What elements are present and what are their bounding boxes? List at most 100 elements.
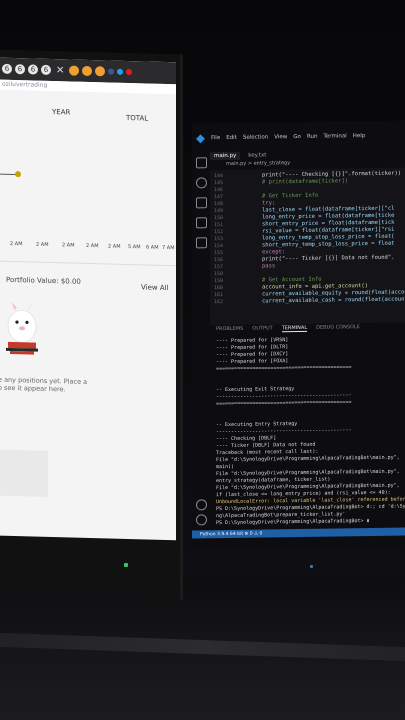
line-number: 146 <box>214 187 224 194</box>
empty-positions-text: o see it appear here. <box>0 383 66 394</box>
vscode-logo-icon <box>196 133 205 143</box>
line-number: 151 <box>214 222 224 229</box>
menu-go[interactable]: Go <box>293 134 301 140</box>
facebook-icon[interactable] <box>108 68 115 75</box>
line-number: 154 <box>214 243 224 250</box>
tab-main-py[interactable]: main.py <box>210 151 241 160</box>
menu-view[interactable]: View <box>274 134 287 140</box>
search-icon[interactable] <box>196 177 207 189</box>
sketch-illustration <box>0 449 48 497</box>
view-all-link[interactable]: View All <box>141 283 169 292</box>
chart-x-axis: 2 AM 2 AM 2 AM 2 AM 2 AM 5 AM 6 AM 7 AM <box>10 241 176 255</box>
terminal-line: -- Executing Exit Strategy <box>216 386 295 394</box>
terminal-line: main() <box>216 463 235 471</box>
browser-tab-icon[interactable] <box>95 66 106 77</box>
code-line[interactable]: print("---- Ticker [{}] Data not found". <box>262 255 394 263</box>
twitter-icon[interactable] <box>117 68 124 75</box>
code-line[interactable]: print("---- Checking [{}]".format(ticker… <box>262 171 401 179</box>
status-bar: Python 3.9.4 64-bit ⊗ 0 ⚠ 0 <box>192 527 405 539</box>
tab-key-txt[interactable]: key.txt <box>244 151 270 159</box>
monitor-power-led <box>310 565 313 568</box>
explorer-icon[interactable] <box>196 157 207 169</box>
source-control-icon[interactable] <box>196 197 207 209</box>
browser-tab[interactable]: 6 <box>2 63 12 74</box>
menu-help[interactable]: Help <box>353 133 366 139</box>
menu-selection[interactable]: Selection <box>243 134 268 140</box>
line-number: 148 <box>214 201 224 208</box>
terminal-line: File "d:\SynologyDrive\Programming\Alpac… <box>216 454 400 464</box>
x-tick-label: 2 AM <box>36 241 49 248</box>
line-number: 159 <box>214 278 224 285</box>
line-number: 158 <box>214 271 224 278</box>
x-tick-label: 6 AM <box>146 244 159 251</box>
browser-tab[interactable]: 6 <box>28 64 38 75</box>
terminal-line: ========================================… <box>216 364 352 373</box>
left-monitor: 6 6 6 6 ✕ oziluvertrading YEAR TOTAL 2 A… <box>0 49 183 600</box>
terminal-line: ---- Prepared for [DLTR] <box>216 344 289 352</box>
menu-run[interactable]: Run <box>307 134 318 140</box>
terminal-line: ---- Prepared for [DXCY] <box>216 351 289 359</box>
tab-problems[interactable]: PROBLEMS <box>216 326 243 333</box>
line-number: 150 <box>214 215 224 222</box>
terminal-panel[interactable]: ---- Prepared for [VRSN] ---- Prepared fo… <box>212 334 405 529</box>
code-line[interactable]: except: <box>262 249 285 255</box>
column-header-year[interactable]: YEAR <box>52 108 70 116</box>
run-debug-icon[interactable] <box>196 217 207 229</box>
breadcrumb[interactable]: main.py > entry_strategy <box>226 160 290 167</box>
terminal-line: ---- Checking [DBLF] <box>216 435 277 443</box>
extensions-icon[interactable] <box>196 237 207 249</box>
menu-edit[interactable]: Edit <box>226 135 237 141</box>
tab-output[interactable]: OUTPUT <box>252 325 272 332</box>
terminal-line: ----------------------------------------… <box>216 427 352 436</box>
close-icon[interactable]: ✕ <box>56 65 64 76</box>
browser-tab-icon[interactable] <box>69 65 80 76</box>
terminal-line: -- Executing Entry Strategy <box>216 421 298 429</box>
terminal-line: ---- Prepared for [FOXA] <box>216 358 289 366</box>
code-line[interactable]: current_available_cash = round(float(acc… <box>262 296 405 304</box>
chart-point <box>15 171 21 178</box>
browser-tab-icon[interactable] <box>82 65 93 77</box>
status-python-interpreter[interactable]: Python 3.9.4 64-bit ⊗ 0 ⚠ 0 <box>192 531 262 537</box>
line-number: 162 <box>214 299 224 306</box>
line-number: 161 <box>214 292 224 299</box>
column-header-total[interactable]: TOTAL <box>126 114 148 123</box>
right-monitor: File Edit Selection View Go Run Terminal… <box>192 120 405 549</box>
x-tick-label: 2 AM <box>108 243 121 250</box>
x-tick-label: 2 AM <box>86 242 99 250</box>
code-line[interactable]: # Get Ticker Info <box>262 193 318 200</box>
line-number: 153 <box>214 236 224 243</box>
x-tick-label: 2 AM <box>10 240 23 248</box>
browser-tab[interactable]: 6 <box>15 64 25 75</box>
left-monitor-screen: 6 6 6 6 ✕ oziluvertrading YEAR TOTAL 2 A… <box>0 57 176 541</box>
tab-debug-console[interactable]: DEBUG CONSOLE <box>316 324 360 332</box>
line-number: 145 <box>214 180 224 187</box>
code-line[interactable]: pass <box>262 263 275 269</box>
code-line[interactable]: short_entry_temp_stop_loss_price = float <box>262 241 394 249</box>
line-number: 156 <box>214 257 224 264</box>
code-editor[interactable]: 144 print("---- Checking [{}]".format(tic… <box>210 167 405 326</box>
code-line[interactable]: # print(dataframe[ticker]) <box>262 178 348 185</box>
monitor-power-led <box>124 563 128 567</box>
menu-terminal[interactable]: Terminal <box>323 133 346 139</box>
portfolio-value: Portfolio Value: $0.00 <box>6 275 81 286</box>
line-number: 160 <box>214 285 224 292</box>
activity-bar <box>194 149 208 526</box>
x-tick-label: 5 AM <box>128 244 141 251</box>
x-tick-label: 7 AM <box>162 244 175 252</box>
line-number: 147 <box>214 194 224 201</box>
line-number: 155 <box>214 250 224 257</box>
line-number: 152 <box>214 229 224 236</box>
terminal-line: ---- Prepared for [VRSN] <box>216 337 289 345</box>
terminal-line: PS D:\SynologyDrive\Programming\AlpacaTr… <box>216 518 370 527</box>
llama-mascot-illustration <box>6 301 38 355</box>
gear-icon[interactable] <box>196 514 207 526</box>
browser-tab[interactable]: 6 <box>41 64 51 76</box>
account-icon[interactable] <box>196 499 207 511</box>
menu-file[interactable]: File <box>211 135 220 141</box>
youtube-icon[interactable] <box>126 68 133 76</box>
x-tick-label: 2 AM <box>62 242 75 249</box>
line-number: 144 <box>214 173 224 180</box>
code-line[interactable]: try: <box>262 200 275 206</box>
tab-terminal[interactable]: TERMINAL <box>281 324 308 333</box>
code-line[interactable]: # Get Account Info <box>262 277 322 284</box>
